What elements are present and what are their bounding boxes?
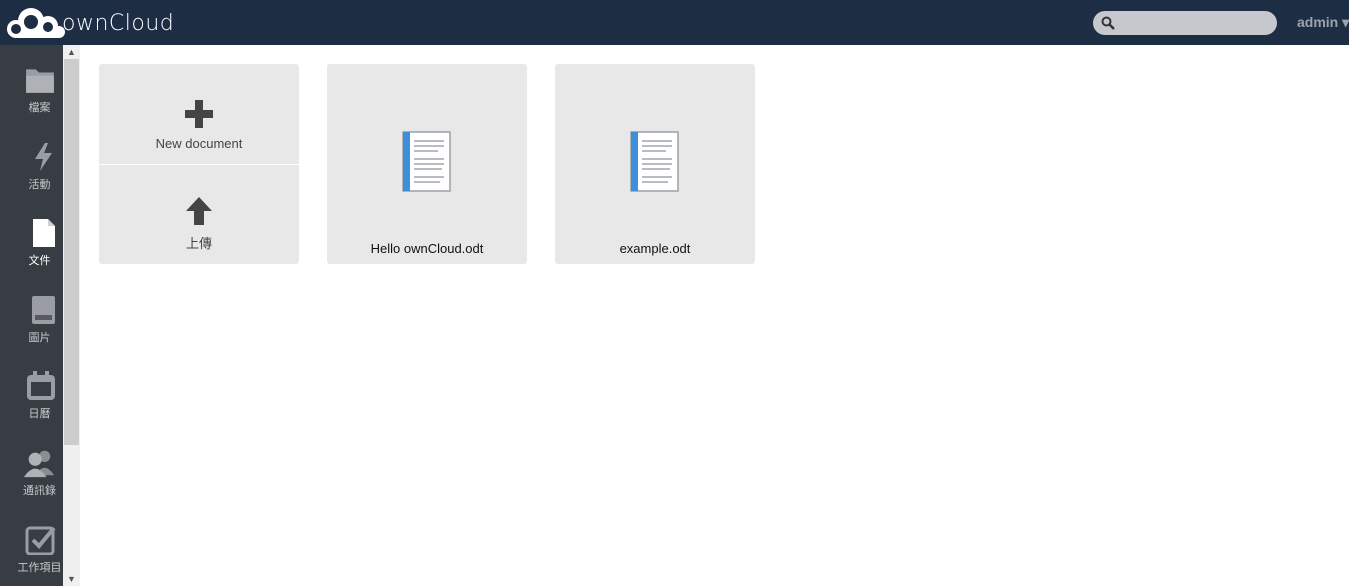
user-menu[interactable]: admin ▾ bbox=[1297, 14, 1349, 31]
nav-label-activity: 活動 bbox=[28, 178, 51, 191]
nav-item-pictures[interactable]: 圖片 bbox=[0, 285, 63, 355]
app-navigation: 檔案 活動 文件 圖片 日曆 通訊錄 工作項目 bbox=[0, 45, 63, 586]
scroll-thumb[interactable] bbox=[64, 59, 79, 445]
search-box[interactable] bbox=[1093, 11, 1277, 35]
document-icon bbox=[33, 219, 55, 247]
nav-item-tasks[interactable]: 工作項目 bbox=[0, 515, 63, 585]
scroll-up-arrow-icon[interactable]: ▲ bbox=[63, 45, 80, 59]
owncloud-logo[interactable]: ownCloud bbox=[4, 4, 174, 42]
nav-label-pictures: 圖片 bbox=[28, 331, 51, 344]
nav-label-contacts: 通訊錄 bbox=[23, 484, 56, 497]
lightning-icon bbox=[35, 143, 52, 171]
nav-item-files[interactable]: 檔案 bbox=[0, 55, 63, 125]
upload-button[interactable]: 上傳 bbox=[99, 165, 299, 265]
nav-label-documents: 文件 bbox=[28, 254, 51, 267]
document-tile[interactable]: Hello ownCloud.odt bbox=[327, 64, 527, 264]
document-name: Hello ownCloud.odt bbox=[370, 241, 484, 256]
calendar-icon bbox=[27, 371, 55, 400]
nav-scrollbar[interactable]: ▲ ▼ bbox=[63, 45, 80, 586]
folder-icon bbox=[26, 69, 54, 93]
new-document-tile: New document 上傳 bbox=[99, 64, 299, 264]
image-icon bbox=[32, 296, 55, 324]
document-name: example.odt bbox=[619, 241, 691, 256]
nav-label-tasks: 工作項目 bbox=[17, 561, 62, 574]
odt-document-icon bbox=[630, 131, 679, 192]
logo-text: ownCloud bbox=[62, 10, 175, 36]
contacts-icon bbox=[23, 450, 55, 478]
document-tile[interactable]: example.odt bbox=[555, 64, 755, 264]
nav-label-files: 檔案 bbox=[28, 101, 51, 114]
odt-document-icon bbox=[402, 131, 451, 192]
nav-item-documents[interactable]: 文件 bbox=[0, 208, 63, 278]
header-bar: ownCloud admin ▾ bbox=[0, 0, 1349, 45]
new-document-label: New document bbox=[155, 136, 243, 151]
nav-item-contacts[interactable]: 通訊錄 bbox=[0, 438, 63, 508]
new-document-button[interactable]: New document bbox=[99, 64, 299, 164]
cloud-logo-icon bbox=[7, 8, 65, 38]
tasks-icon bbox=[25, 526, 56, 555]
scroll-down-arrow-icon[interactable]: ▼ bbox=[63, 572, 80, 586]
upload-label: 上傳 bbox=[185, 236, 212, 251]
nav-item-calendar[interactable]: 日曆 bbox=[0, 361, 63, 431]
search-icon bbox=[1101, 16, 1115, 30]
nav-item-activity[interactable]: 活動 bbox=[0, 132, 63, 202]
plus-icon bbox=[185, 100, 213, 128]
search-input[interactable] bbox=[1119, 11, 1273, 35]
nav-label-calendar: 日曆 bbox=[28, 407, 51, 420]
upload-arrow-icon bbox=[186, 197, 212, 225]
